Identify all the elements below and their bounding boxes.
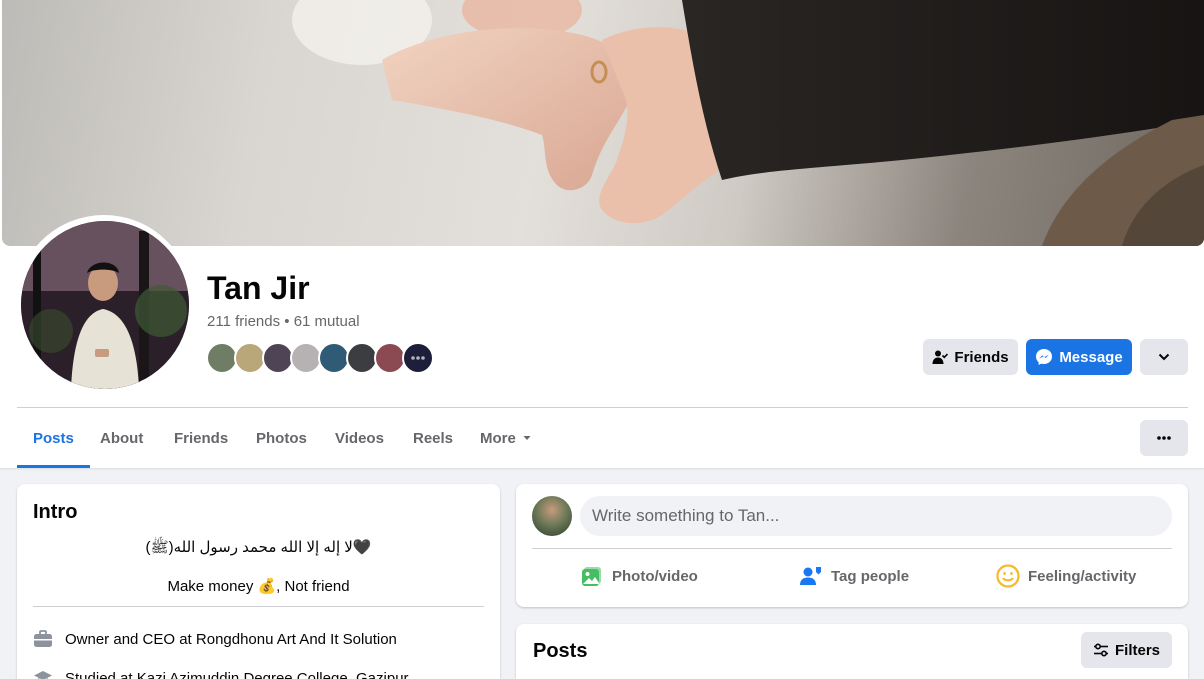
filters-label: Filters [1114, 641, 1160, 659]
graduation-cap-icon [34, 671, 52, 679]
tab-videos-label: Videos [335, 429, 384, 447]
intro-card: Intro لا إله إلا الله محمد رسول الله(ﷺ)🖤… [17, 484, 500, 679]
profile-picture-art [21, 221, 189, 389]
feeling-activity-label: Feeling/activity [1028, 567, 1137, 585]
tab-about-label: About [100, 429, 144, 447]
messenger-icon [1036, 349, 1053, 365]
intro-education-text: Studied at Kazi Azimuddin Degree College… [65, 669, 409, 679]
tab-friends[interactable]: Friends [158, 408, 244, 468]
tag-people-icon [800, 567, 821, 585]
friends-button-label: Friends [954, 348, 1009, 366]
caret-down-icon [523, 436, 531, 440]
feeling-smiley-icon [996, 564, 1020, 588]
photo-video-button[interactable]: Photo/video [580, 556, 698, 596]
tag-people-label: Tag people [831, 567, 910, 585]
tab-posts-label: Posts [33, 429, 74, 447]
tab-photos[interactable]: Photos [240, 408, 323, 468]
chevron-down-icon [1158, 353, 1170, 361]
composer-divider [532, 548, 1172, 549]
profile-name: Tan Jir [207, 270, 310, 306]
profile-picture[interactable] [21, 221, 189, 389]
tab-reels-label: Reels [413, 429, 454, 447]
photo-video-label: Photo/video [612, 567, 698, 585]
photo-video-icon [582, 567, 601, 586]
intro-work: Owner and CEO at Rongdhonu Art And It So… [33, 629, 397, 649]
mutual-friend-avatar[interactable] [402, 342, 434, 374]
profile-options-dropdown[interactable] [1140, 339, 1188, 375]
friends-check-icon [932, 350, 949, 364]
composer-input[interactable]: Write something to Tan... [580, 496, 1172, 536]
cover-photo[interactable] [2, 0, 1204, 246]
friends-button[interactable]: Friends [923, 339, 1018, 375]
friends-count[interactable]: 211 friends • 61 mutual [207, 313, 360, 330]
message-button-label: Message [1059, 348, 1123, 366]
filters-sliders-icon [1093, 643, 1108, 657]
post-composer: Write something to Tan... Photo/video Ta… [516, 484, 1188, 607]
composer-placeholder: Write something to Tan... [592, 506, 780, 525]
posts-header-card: Posts Filters [516, 624, 1188, 679]
tab-friends-label: Friends [174, 429, 229, 447]
intro-divider [33, 606, 484, 607]
bio-line: لا إله إلا الله محمد رسول الله(ﷺ)🖤 [145, 539, 372, 556]
tag-people-button[interactable]: Tag people [799, 556, 909, 596]
composer-user-avatar[interactable] [532, 496, 572, 536]
tab-photos-label: Photos [256, 429, 307, 447]
filters-button[interactable]: Filters [1080, 632, 1172, 668]
intro-education: Studied at Kazi Azimuddin Degree College… [33, 668, 409, 679]
intro-work-text: Owner and CEO at Rongdhonu Art And It So… [65, 630, 397, 648]
feeling-activity-button[interactable]: Feeling/activity [996, 556, 1136, 596]
tab-posts[interactable]: Posts [17, 408, 90, 468]
tab-more-label: More [480, 429, 516, 447]
posts-title: Posts [533, 640, 588, 662]
cover-photo-art [292, 0, 1204, 246]
ellipsis-icon [1157, 436, 1171, 440]
bio-line: Make money 💰, Not friend [167, 578, 350, 595]
message-button[interactable]: Message [1026, 339, 1132, 375]
intro-title: Intro [33, 501, 78, 523]
profile-header: Tan Jir 211 friends • 61 mutual Friends … [0, 0, 1204, 468]
tab-about[interactable]: About [84, 408, 159, 468]
tabs-more-options-button[interactable] [1140, 420, 1188, 456]
profile-page: Tan Jir 211 friends • 61 mutual Friends … [0, 0, 1204, 679]
more-dots-icon [411, 356, 425, 360]
tab-videos[interactable]: Videos [319, 408, 400, 468]
tab-more[interactable]: More [464, 408, 548, 468]
briefcase-icon [34, 630, 52, 647]
tab-reels[interactable]: Reels [397, 408, 469, 468]
